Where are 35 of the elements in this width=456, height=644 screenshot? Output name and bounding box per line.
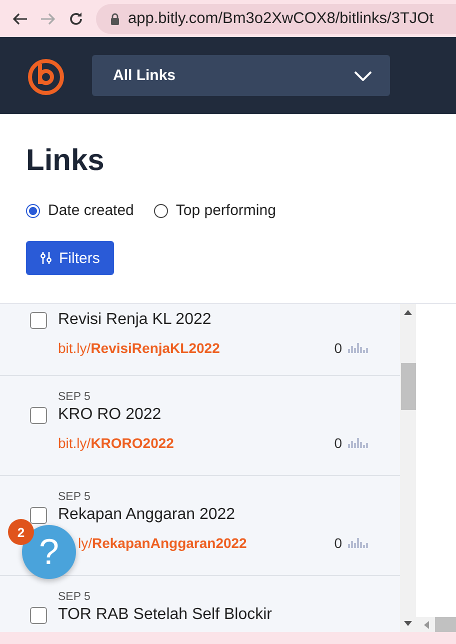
bar-chart-icon [348, 538, 370, 548]
link-title[interactable]: Rekapan Anggaran 2022 [58, 504, 236, 526]
checkbox[interactable] [30, 606, 47, 624]
checkbox[interactable] [30, 406, 47, 424]
bar-chart-icon [348, 438, 370, 448]
scroll-thumb[interactable] [400, 363, 416, 410]
link-title[interactable]: KRO RO 2022 [58, 404, 162, 426]
click-count: 0 [334, 340, 342, 356]
reload-icon[interactable] [68, 10, 84, 26]
forward-icon[interactable] [40, 12, 56, 26]
click-count: 0 [334, 535, 342, 551]
back-icon[interactable] [12, 12, 28, 26]
link-title[interactable]: TOR RAB Setelah Self Blockir [58, 604, 272, 626]
address-bar[interactable]: app.bitly.com/Bm3o2XwCOX8/bitlinks/3TJOt [96, 4, 456, 34]
scroll-up-icon[interactable] [404, 310, 412, 315]
page-title: Links [26, 143, 106, 178]
sliders-icon [40, 252, 52, 264]
filters-button[interactable]: Filters [26, 241, 114, 275]
chevron-down-icon [354, 70, 372, 80]
bar-chart-icon [348, 343, 370, 353]
link-date: SEP 5 [58, 390, 92, 404]
links-dropdown[interactable]: All Links [92, 55, 390, 96]
scroll-left-icon[interactable] [424, 620, 429, 628]
sort-radio[interactable]: Top performing [154, 202, 276, 219]
scrollbar[interactable] [400, 304, 416, 632]
checkbox[interactable] [30, 312, 47, 328]
link-date: SEP 5 [58, 490, 92, 504]
link-date: SEP 5 [58, 590, 92, 604]
link-title[interactable]: Revisi Renja KL 2022 [58, 309, 212, 331]
lock-icon [110, 12, 120, 24]
sort-radio[interactable]: Date created [26, 202, 134, 219]
click-count: 0 [334, 435, 342, 451]
checkbox[interactable] [30, 506, 47, 524]
scroll-down-icon[interactable] [404, 621, 412, 626]
horizontal-scrollbar[interactable] [416, 617, 456, 632]
